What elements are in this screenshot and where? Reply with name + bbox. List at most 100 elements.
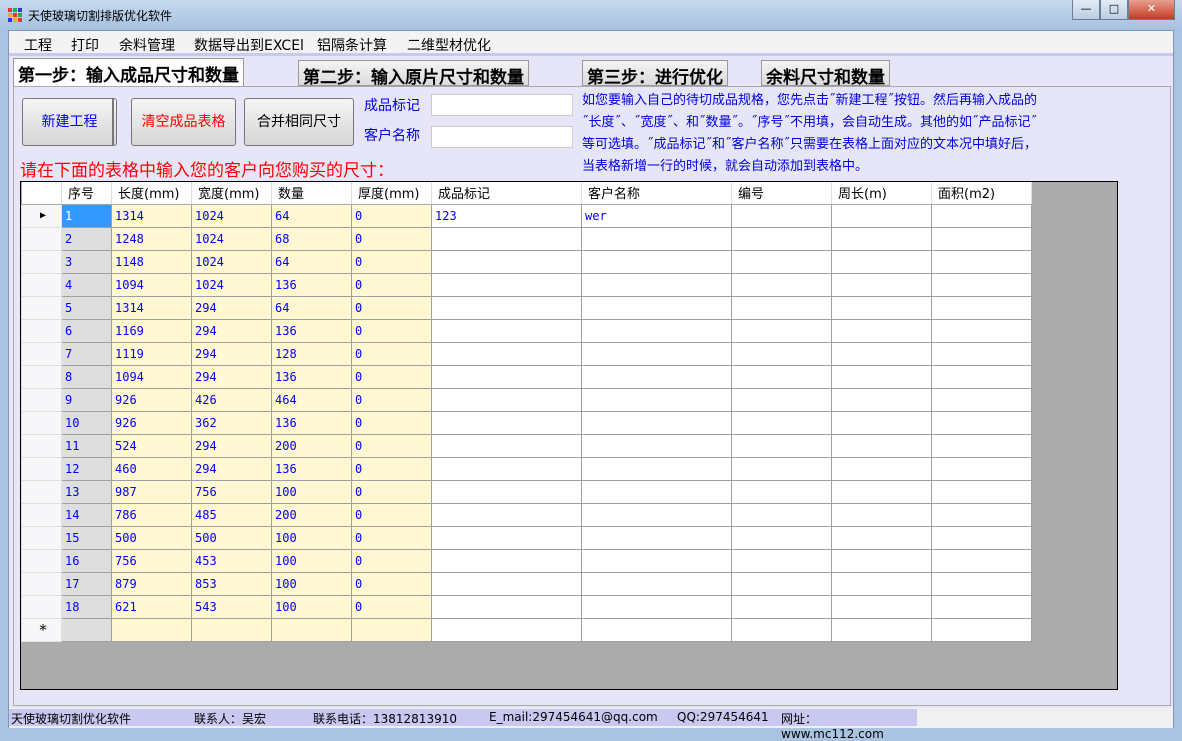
cell-2[interactable]: 1094 [111,272,192,297]
cell-7[interactable] [581,594,732,619]
cell-7[interactable] [581,341,732,366]
cell-8[interactable] [731,594,832,619]
cell-5[interactable]: 0 [351,548,432,573]
cell-10[interactable] [931,617,1032,642]
cell-1[interactable]: 1 [61,203,112,228]
cell-5[interactable]: 0 [351,203,432,228]
menu-spacer-calc[interactable]: 铝隔条计算 [317,35,387,55]
cell-2[interactable]: 756 [111,548,192,573]
cell-3[interactable]: 1024 [191,272,272,297]
cell-7[interactable] [581,502,732,527]
maximize-button[interactable]: □ [1100,0,1128,20]
cell-4[interactable]: 64 [271,249,352,274]
column-header[interactable]: 编号 [731,182,832,205]
cell-2[interactable]: 524 [111,433,192,458]
cell-9[interactable] [831,571,932,596]
cell-9[interactable] [831,433,932,458]
cell-3[interactable] [191,617,272,642]
cell-4[interactable]: 100 [271,525,352,550]
cell-5[interactable]: 0 [351,525,432,550]
cell-7[interactable] [581,295,732,320]
cell-7[interactable] [581,571,732,596]
cell-1[interactable]: 5 [61,295,112,320]
row-header[interactable] [21,456,62,481]
cell-2[interactable] [111,617,192,642]
cell-2[interactable]: 987 [111,479,192,504]
row-header[interactable] [21,433,62,458]
cell-4[interactable]: 200 [271,433,352,458]
cell-5[interactable]: 0 [351,433,432,458]
cell-4[interactable]: 100 [271,479,352,504]
cell-6[interactable] [431,318,582,343]
cell-5[interactable]: 0 [351,594,432,619]
menu-print[interactable]: 打印 [71,35,99,55]
cell-8[interactable] [731,433,832,458]
cell-9[interactable] [831,456,932,481]
cell-8[interactable] [731,571,832,596]
cell-10[interactable] [931,479,1032,504]
cell-10[interactable] [931,341,1032,366]
cell-5[interactable]: 0 [351,341,432,366]
cell-5[interactable]: 0 [351,226,432,251]
cell-3[interactable]: 1024 [191,203,272,228]
menu-profile-optimize[interactable]: 二维型材优化 [407,35,491,55]
cell-9[interactable] [831,249,932,274]
cell-8[interactable] [731,525,832,550]
cell-1[interactable]: 4 [61,272,112,297]
cell-7[interactable] [581,364,732,389]
cell-9[interactable] [831,387,932,412]
cell-5[interactable] [351,617,432,642]
cell-6[interactable] [431,226,582,251]
cell-9[interactable] [831,341,932,366]
row-header[interactable]: ▶ [21,203,62,228]
column-header[interactable]: 面积(m2) [931,182,1032,205]
cell-3[interactable]: 294 [191,318,272,343]
cell-7[interactable] [581,525,732,550]
cell-3[interactable]: 543 [191,594,272,619]
cell-1[interactable]: 15 [61,525,112,550]
cell-5[interactable]: 0 [351,571,432,596]
cell-6[interactable] [431,456,582,481]
cell-1[interactable]: 3 [61,249,112,274]
menu-export-excel[interactable]: 数据导出到EXCEl [194,35,304,55]
cell-1[interactable]: 9 [61,387,112,412]
cell-6[interactable] [431,341,582,366]
cell-2[interactable]: 1314 [111,203,192,228]
column-header[interactable]: 序号 [61,182,112,205]
tab-remnant[interactable]: 余料尺寸和数量 [761,60,890,88]
cell-2[interactable]: 926 [111,410,192,435]
cell-7[interactable] [581,410,732,435]
cell-3[interactable]: 294 [191,456,272,481]
cell-2[interactable]: 1314 [111,295,192,320]
row-header[interactable] [21,226,62,251]
cell-8[interactable] [731,295,832,320]
cell-3[interactable]: 294 [191,295,272,320]
cell-3[interactable]: 294 [191,341,272,366]
cell-3[interactable]: 362 [191,410,272,435]
cell-9[interactable] [831,318,932,343]
cell-4[interactable]: 64 [271,203,352,228]
cell-7[interactable] [581,226,732,251]
cell-6[interactable] [431,272,582,297]
cell-5[interactable]: 0 [351,295,432,320]
row-header[interactable] [21,479,62,504]
cell-3[interactable]: 453 [191,548,272,573]
cell-5[interactable]: 0 [351,318,432,343]
cell-4[interactable]: 64 [271,295,352,320]
cell-7[interactable] [581,387,732,412]
cell-3[interactable]: 500 [191,525,272,550]
row-header[interactable] [21,272,62,297]
cell-10[interactable] [931,433,1032,458]
cell-9[interactable] [831,479,932,504]
cell-4[interactable]: 200 [271,502,352,527]
cell-5[interactable]: 0 [351,387,432,412]
cell-3[interactable]: 485 [191,502,272,527]
cell-8[interactable] [731,456,832,481]
cell-9[interactable] [831,617,932,642]
column-header[interactable]: 周长(m) [831,182,932,205]
cell-8[interactable] [731,410,832,435]
cell-4[interactable]: 136 [271,364,352,389]
cell-7[interactable] [581,318,732,343]
row-header[interactable] [21,594,62,619]
cell-4[interactable] [271,617,352,642]
